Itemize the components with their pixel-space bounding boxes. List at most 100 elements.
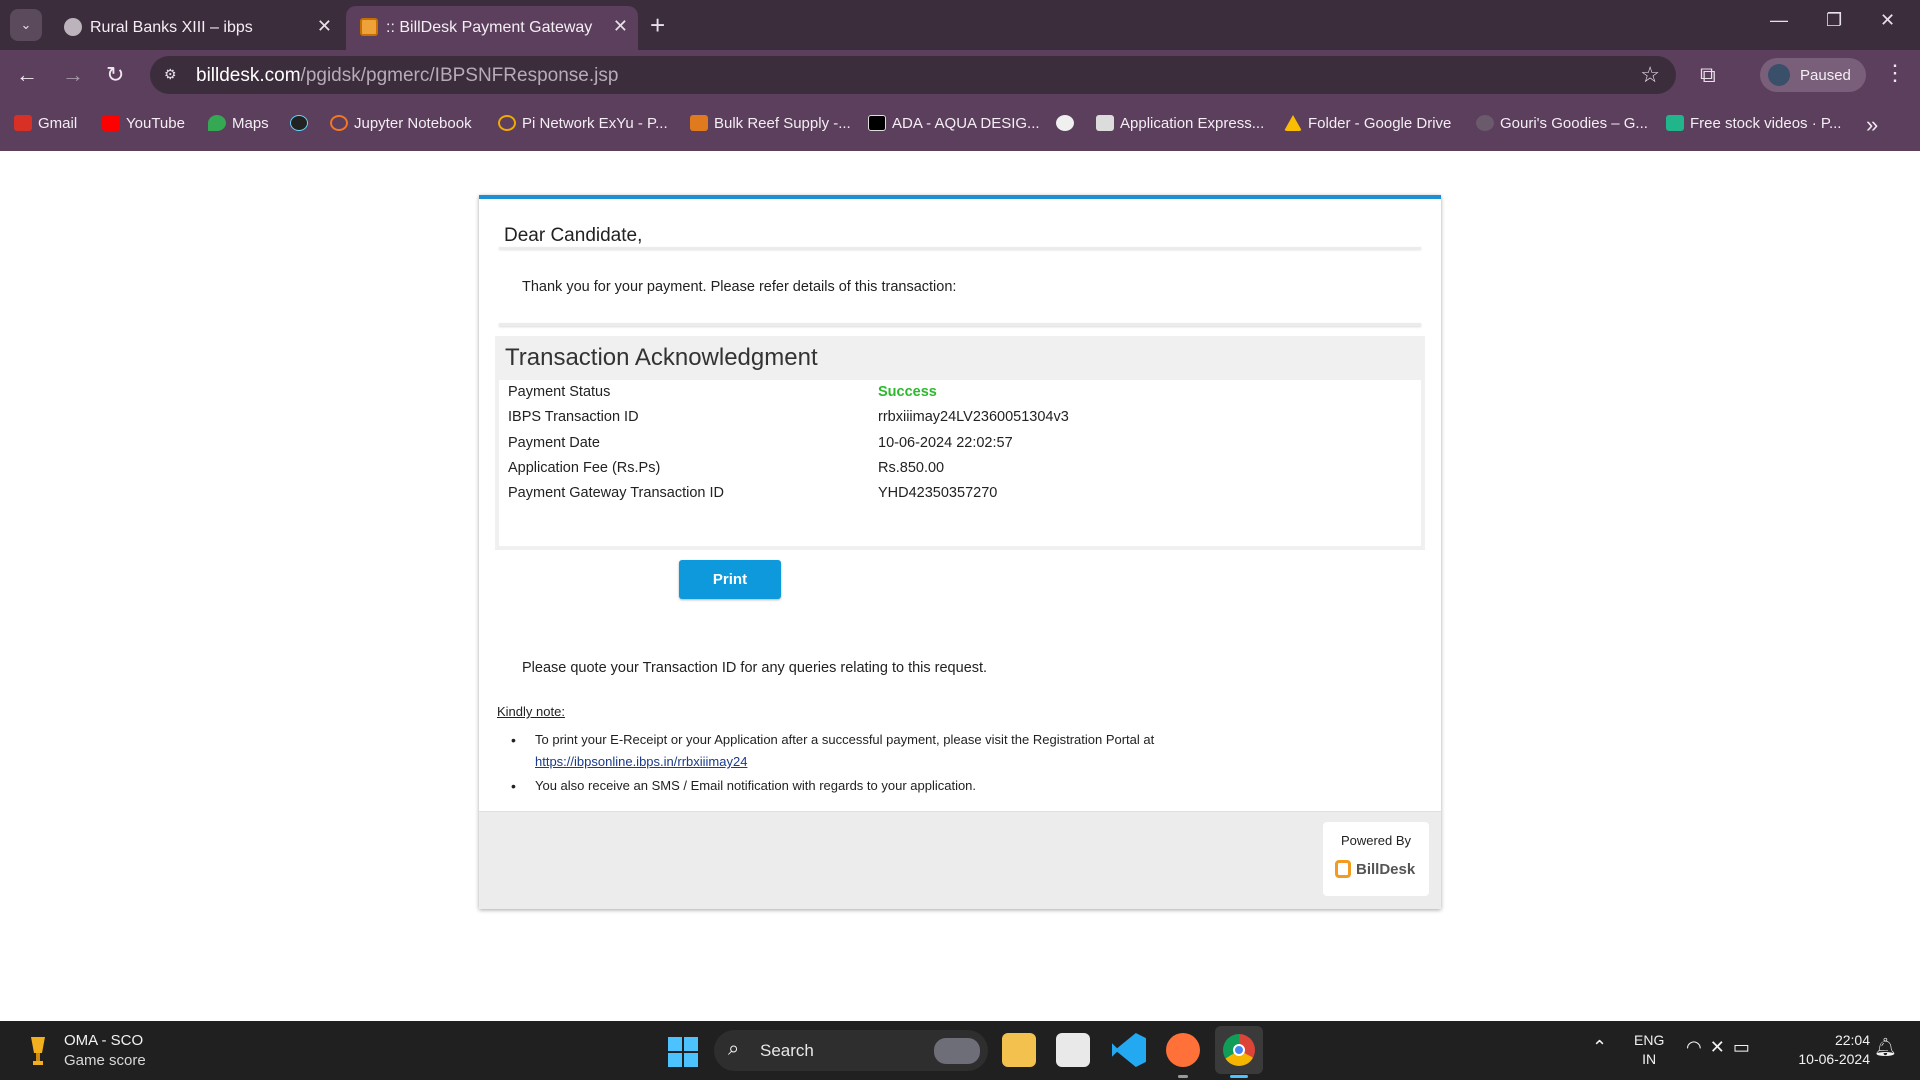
- list-item: • To print your E-Receipt or your Applic…: [509, 729, 1409, 773]
- application-express-icon: [1096, 115, 1114, 131]
- detail-value: YHD42350357270: [878, 485, 998, 501]
- battery-icon: ▭: [1732, 1037, 1758, 1057]
- bookmark-label: Gmail: [38, 115, 78, 132]
- registration-portal-link[interactable]: https://ibpsonline.ibps.in/rrbxiiimay24: [535, 754, 747, 769]
- tab-strip: ⌄ Rural Banks XIII – ibps ✕ :: BillDesk …: [0, 0, 1920, 50]
- taskbar-search[interactable]: ⌕ Search: [714, 1030, 988, 1071]
- start-tile: [684, 1053, 698, 1067]
- note-title: Kindly note:: [497, 704, 565, 719]
- vscode-icon[interactable]: [1112, 1033, 1146, 1067]
- clock[interactable]: 22:04 10-06-2024: [1782, 1031, 1870, 1069]
- gmail-icon: [14, 115, 32, 131]
- bookmark-google-drive[interactable]: Folder - Google Drive: [1284, 115, 1451, 137]
- intro-text: Thank you for your payment. Please refer…: [522, 279, 957, 295]
- file-explorer-icon[interactable]: [1002, 1033, 1036, 1067]
- billdesk-logo: BillDesk: [1335, 860, 1415, 878]
- close-window-icon[interactable]: ✕: [1880, 10, 1895, 31]
- close-icon[interactable]: ✕: [613, 16, 628, 37]
- billdesk-brand: BillDesk: [1356, 861, 1416, 878]
- tab-search-button[interactable]: ⌄: [10, 9, 42, 41]
- search-highlight-icon: [934, 1038, 980, 1064]
- pexels-icon: [1666, 115, 1684, 131]
- new-tab-button[interactable]: +: [650, 10, 665, 40]
- bookmark-label: Bulk Reef Supply -...: [714, 115, 851, 132]
- forward-icon[interactable]: →: [62, 62, 84, 88]
- url-path: /pgidsk/pgmerc/IBPSNFResponse.jsp: [300, 65, 619, 86]
- extensions-icon[interactable]: ⧉: [1700, 62, 1716, 88]
- bullet-icon: •: [511, 732, 516, 748]
- list-item: • You also receive an SMS / Email notifi…: [509, 775, 1409, 797]
- react-icon: [290, 115, 308, 131]
- reload-icon[interactable]: ↻: [106, 62, 124, 88]
- bookmark-gmail[interactable]: Gmail: [14, 115, 77, 137]
- firefox-icon[interactable]: [1166, 1033, 1200, 1067]
- bookmark-label: Free stock videos · P...: [1690, 115, 1842, 132]
- bookmark-label: Pi Network ExYu - P...: [522, 115, 668, 132]
- detail-label: Application Fee (Rs.Ps): [508, 460, 661, 476]
- language-code: ENG: [1634, 1032, 1665, 1048]
- bookmark-pi-network[interactable]: Pi Network ExYu - P...: [498, 115, 668, 137]
- bookmark-youtube[interactable]: YouTube: [102, 115, 185, 137]
- bookmarks-overflow-icon[interactable]: »: [1866, 112, 1878, 138]
- taskbar: OMA - SCO Game score ⌕ Search ⌃ ENG IN ◠…: [0, 1021, 1920, 1080]
- bookmark-react[interactable]: [290, 115, 314, 137]
- maps-icon: [208, 115, 226, 131]
- note-list: • To print your E-Receipt or your Applic…: [509, 729, 1409, 797]
- quote-text: Please quote your Transaction ID for any…: [522, 660, 988, 676]
- bookmark-gouris-goodies[interactable]: Gouri's Goodies – G...: [1476, 115, 1648, 137]
- bookmark-bulk-reef[interactable]: Bulk Reef Supply -...: [690, 115, 851, 137]
- bookmark-application-express[interactable]: Application Express...: [1096, 115, 1264, 137]
- microsoft-store-icon[interactable]: [1056, 1033, 1090, 1067]
- site-info-icon[interactable]: ⚙: [164, 66, 182, 84]
- system-tray[interactable]: ◠✕▭: [1686, 1037, 1758, 1058]
- bookmark-label: Jupyter Notebook: [354, 115, 472, 132]
- bookmark-label: Maps: [232, 115, 269, 132]
- detail-label: Payment Gateway Transaction ID: [508, 485, 724, 501]
- bookmark-label: Folder - Google Drive: [1308, 115, 1452, 132]
- bookmark-globe[interactable]: [1056, 115, 1080, 137]
- notification-bell-icon[interactable]: 🔔︎: [1874, 1037, 1897, 1058]
- divider: [499, 323, 1421, 326]
- clock-date: 10-06-2024: [1798, 1051, 1870, 1067]
- minimize-icon[interactable]: —: [1770, 10, 1788, 31]
- billdesk-icon: [360, 18, 378, 36]
- bookmark-star-icon[interactable]: ☆: [1640, 62, 1660, 88]
- youtube-icon: [102, 115, 120, 131]
- bookmark-jupyter[interactable]: Jupyter Notebook: [330, 115, 472, 137]
- chevron-up-icon[interactable]: ⌃: [1592, 1037, 1607, 1058]
- restore-icon[interactable]: ❐: [1826, 10, 1842, 31]
- bookmark-maps[interactable]: Maps: [208, 115, 269, 137]
- chrome-taskbar-button[interactable]: [1215, 1026, 1263, 1074]
- tab-rural-banks[interactable]: Rural Banks XIII – ibps ✕: [50, 6, 342, 50]
- bookmark-ada[interactable]: ADA - AQUA DESIG...: [868, 115, 1040, 137]
- transaction-details: Payment Status Success IBPS Transaction …: [499, 380, 1421, 546]
- volume-muted-icon: ✕: [1709, 1037, 1733, 1057]
- bookmark-free-stock-videos[interactable]: Free stock videos · P...: [1666, 115, 1841, 137]
- bookmark-label: YouTube: [126, 115, 185, 132]
- detail-row-application-fee: Application Fee (Rs.Ps) Rs.850.00: [508, 456, 1408, 480]
- menu-icon[interactable]: ⋮: [1884, 60, 1906, 86]
- url-text: billdesk.com/pgidsk/pgmerc/IBPSNFRespons…: [196, 65, 618, 87]
- close-icon[interactable]: ✕: [317, 16, 332, 37]
- tab-billdesk[interactable]: :: BillDesk Payment Gateway :: ✕: [346, 6, 638, 50]
- ada-icon: [868, 115, 886, 131]
- greeting: Dear Candidate,: [504, 225, 643, 246]
- google-drive-icon: [1284, 115, 1302, 131]
- tab-title: Rural Banks XIII – ibps: [90, 19, 253, 36]
- detail-label: Payment Date: [508, 435, 600, 451]
- language-indicator[interactable]: ENG IN: [1634, 1031, 1664, 1069]
- windows-start-icon[interactable]: [668, 1037, 698, 1067]
- back-icon[interactable]: ←: [16, 62, 38, 88]
- address-bar[interactable]: ⚙ billdesk.com/pgidsk/pgmerc/IBPSNFRespo…: [150, 56, 1676, 94]
- pi-network-icon: [498, 115, 516, 131]
- bookmark-label: ADA - AQUA DESIG...: [892, 115, 1040, 132]
- widget-title: OMA - SCO: [64, 1032, 144, 1049]
- payment-response-card: Dear Candidate, Thank you for your payme…: [479, 195, 1441, 909]
- detail-value: Rs.850.00: [878, 460, 945, 476]
- divider: [499, 247, 1421, 249]
- print-button[interactable]: Print: [679, 560, 781, 599]
- start-tile: [684, 1037, 698, 1051]
- browser-toolbar: ← → ↻ ⚙ billdesk.com/pgidsk/pgmerc/IBPSN…: [0, 50, 1920, 100]
- card-footer: Powered By BillDesk: [479, 811, 1441, 909]
- profile-button[interactable]: Paused: [1760, 58, 1866, 92]
